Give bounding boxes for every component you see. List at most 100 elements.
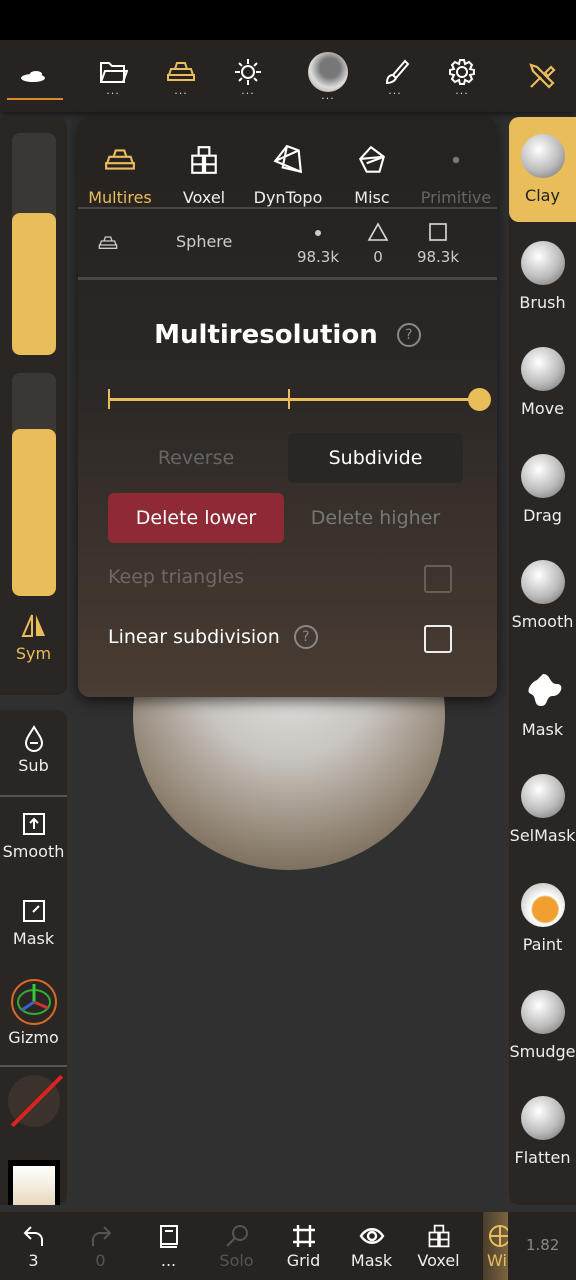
tab-primitive[interactable]: Primitive bbox=[414, 127, 498, 207]
tab-misc[interactable]: Misc bbox=[330, 127, 414, 207]
tool-move[interactable]: Move bbox=[509, 330, 576, 435]
material-button[interactable]: ... bbox=[300, 40, 356, 112]
tool-label: Move bbox=[521, 399, 564, 418]
mesh-name: Sphere bbox=[176, 232, 233, 251]
tool-label: Paint bbox=[522, 935, 563, 954]
brush-icon bbox=[385, 59, 410, 85]
tab-voxel[interactable]: Voxel bbox=[162, 127, 246, 207]
mask-shortcut[interactable]: Mask bbox=[0, 897, 67, 948]
smooth-tool-icon bbox=[520, 560, 565, 604]
tool-selmask[interactable]: SelMask bbox=[509, 757, 576, 862]
lighting-button[interactable]: ... bbox=[220, 40, 276, 112]
status-bar bbox=[0, 0, 576, 40]
selmask-tool-icon bbox=[520, 774, 565, 818]
grid-button[interactable]: Grid bbox=[270, 1212, 337, 1280]
fps-counter: 1.82 bbox=[526, 1236, 560, 1254]
solo-button[interactable]: Solo bbox=[203, 1212, 270, 1280]
reverse-button[interactable]: Reverse bbox=[108, 433, 284, 483]
symmetry-icon bbox=[20, 614, 45, 637]
tool-smudge[interactable]: Smudge bbox=[509, 973, 576, 1078]
tool-mask[interactable]: Mask bbox=[509, 651, 576, 756]
tool-label: Drag bbox=[523, 506, 562, 525]
left-brush-panel: Sym bbox=[0, 117, 67, 695]
tool-flatten[interactable]: Flatten bbox=[509, 1079, 576, 1184]
title-row: Multiresolution ? bbox=[78, 320, 497, 350]
diamond-icon bbox=[273, 144, 303, 174]
quad-icon bbox=[429, 223, 447, 241]
intensity-slider[interactable] bbox=[12, 373, 56, 596]
help-icon[interactable]: ? bbox=[396, 323, 421, 347]
drop-icon bbox=[24, 725, 43, 752]
radius-slider[interactable] bbox=[12, 133, 56, 355]
divider bbox=[78, 277, 497, 280]
symmetry-button[interactable]: Sym bbox=[0, 612, 67, 663]
settings-button[interactable]: ... bbox=[434, 40, 490, 112]
gizmo-icon bbox=[10, 979, 57, 1025]
keep-triangles-checkbox[interactable] bbox=[424, 565, 452, 593]
linear-subdivision-row: Linear subdivision ? bbox=[108, 625, 318, 649]
multires-icon bbox=[105, 149, 135, 170]
bottom-toolbar: 3 0 ... Solo Grid Mask Voxel Wi 1.82 bbox=[0, 1212, 576, 1280]
delete-higher-button[interactable]: Delete higher bbox=[288, 493, 463, 543]
voxel-icon bbox=[428, 1224, 449, 1247]
tab-dyntopo[interactable]: DynTopo bbox=[246, 127, 330, 207]
scene-button[interactable] bbox=[5, 40, 63, 112]
tool-label: Brush bbox=[519, 293, 566, 312]
flatten-tool-icon bbox=[520, 1096, 565, 1140]
dot-icon bbox=[452, 156, 460, 164]
search-icon bbox=[225, 1224, 248, 1247]
mask-visibility-button[interactable]: Mask bbox=[338, 1212, 405, 1280]
tool-label: Smudge bbox=[509, 1042, 576, 1061]
multires-menu-button[interactable]: ... bbox=[153, 40, 209, 112]
voxel-icon bbox=[191, 146, 217, 174]
files-button[interactable]: ... bbox=[85, 40, 141, 112]
linear-subdivision-checkbox[interactable] bbox=[424, 625, 452, 653]
sub-toggle[interactable]: Sub bbox=[0, 724, 67, 775]
tool-label: Clay bbox=[525, 186, 560, 205]
clay-tool-icon bbox=[520, 134, 565, 178]
voxel-button[interactable]: Voxel bbox=[405, 1212, 472, 1280]
undo-button[interactable]: 3 bbox=[0, 1212, 67, 1280]
subdivide-button[interactable]: Subdivide bbox=[288, 433, 463, 483]
quad-count: 98.3k bbox=[408, 220, 468, 266]
mask-tool-icon bbox=[521, 668, 565, 712]
tool-label: Mask bbox=[521, 720, 564, 739]
resolution-level-slider[interactable] bbox=[108, 387, 491, 411]
grid-icon bbox=[292, 1224, 315, 1247]
keep-triangles-label: Keep triangles bbox=[108, 566, 245, 588]
book-icon bbox=[159, 1224, 178, 1248]
left-tool-panel: Sub Smooth Mask Gizmo bbox=[0, 710, 67, 1205]
tab-multires[interactable]: Multires bbox=[78, 127, 162, 207]
tools-button[interactable] bbox=[514, 40, 570, 112]
tool-label: Flatten bbox=[514, 1148, 571, 1167]
tool-brush[interactable]: Brush bbox=[509, 224, 576, 329]
smudge-tool-icon bbox=[520, 990, 565, 1034]
top-toolbar: ... ... ... ... ... ... bbox=[0, 40, 576, 112]
polyhedron-icon bbox=[358, 145, 385, 173]
painting-button[interactable]: ... bbox=[367, 40, 423, 112]
material-swatch[interactable] bbox=[8, 1160, 60, 1205]
vertex-count: 98.3k bbox=[288, 220, 348, 266]
redo-button[interactable]: 0 bbox=[67, 1212, 134, 1280]
gizmo-button[interactable]: Gizmo bbox=[0, 978, 67, 1047]
history-button[interactable]: ... bbox=[135, 1212, 202, 1280]
tool-clay[interactable]: Clay bbox=[509, 117, 576, 222]
material-ball-icon bbox=[308, 52, 348, 92]
tools-icon bbox=[529, 63, 556, 89]
tool-paint[interactable]: Paint bbox=[509, 866, 576, 971]
delete-lower-button[interactable]: Delete lower bbox=[108, 493, 284, 543]
color-swatch[interactable] bbox=[8, 1074, 64, 1128]
right-tools-panel: Clay Brush Move Drag Smooth Mask SelMask Paint S… bbox=[509, 117, 576, 1205]
smooth-shortcut-icon bbox=[22, 813, 45, 835]
wireframe-button[interactable]: Wi bbox=[483, 1212, 508, 1280]
help-icon[interactable]: ? bbox=[293, 625, 318, 649]
paint-tool-icon bbox=[520, 883, 565, 927]
tool-smooth[interactable]: Smooth bbox=[509, 543, 576, 648]
tool-label: SelMask bbox=[509, 826, 576, 845]
tool-drag[interactable]: Drag bbox=[509, 437, 576, 542]
triangle-icon bbox=[367, 222, 389, 241]
vertex-icon bbox=[315, 230, 321, 236]
smooth-shortcut[interactable]: Smooth bbox=[0, 810, 67, 861]
tool-label: Smooth bbox=[511, 612, 574, 631]
triangle-count: 0 bbox=[358, 220, 398, 266]
